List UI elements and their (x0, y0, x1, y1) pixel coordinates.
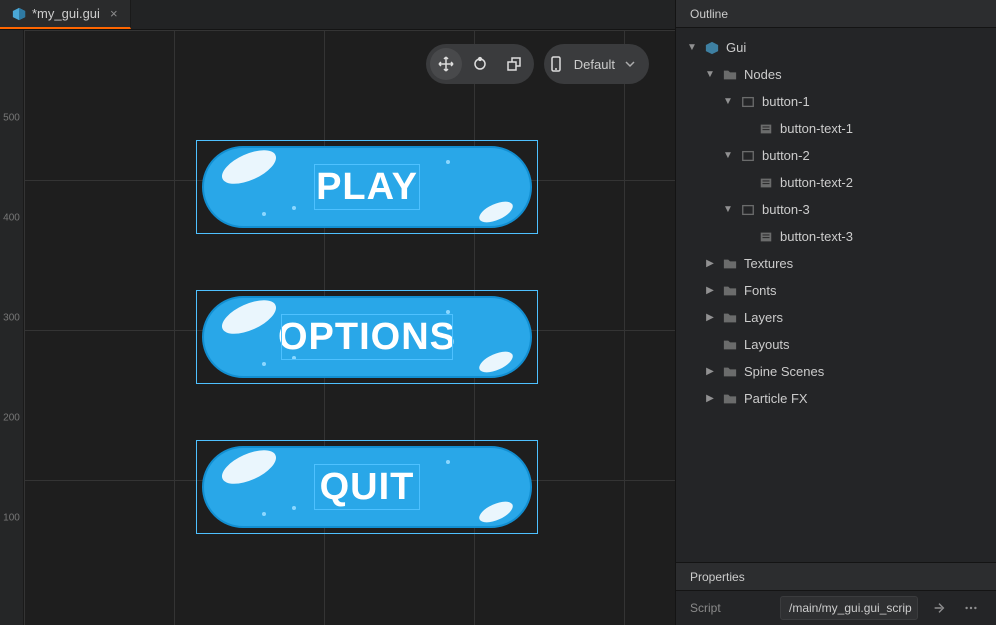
tree-item[interactable]: ▼ Gui (676, 34, 996, 61)
tree-item[interactable]: Layouts (676, 331, 996, 358)
device-icon (548, 56, 564, 72)
script-value: /main/my_gui.gui_scrip (789, 601, 912, 615)
box-icon (740, 94, 756, 110)
tree-item[interactable]: ▼ button-1 (676, 88, 996, 115)
device-selector[interactable]: Default (544, 44, 649, 84)
tree-item[interactable]: ▼ button-3 (676, 196, 996, 223)
folder-icon (722, 67, 738, 83)
move-tool-button[interactable] (430, 48, 462, 80)
text-icon (758, 121, 774, 137)
rotate-tool-button[interactable] (464, 48, 496, 80)
tree-item-label: button-3 (762, 202, 810, 217)
close-icon[interactable]: × (110, 6, 118, 21)
ruler-tick: 300 (0, 313, 23, 324)
ruler-tick: 100 (0, 513, 23, 524)
gui-file-icon (12, 7, 26, 21)
tree-item-label: button-1 (762, 94, 810, 109)
tree-item[interactable]: ▶ Spine Scenes (676, 358, 996, 385)
property-row-script: Script /main/my_gui.gui_scrip (676, 591, 996, 625)
gui-button-node[interactable]: QUIT (202, 446, 532, 528)
tree-item[interactable]: button-text-1 (676, 115, 996, 142)
scene-canvas[interactable]: PLAY OPTIONS QUIT (24, 30, 675, 625)
ruler-tick: 200 (0, 413, 23, 424)
right-sidebar: Outline ▼ Gui ▼ Nodes ▼ button-1 button-text-1… (676, 0, 996, 625)
tree-item-label: Particle FX (744, 391, 808, 406)
canvas-wrap: 500 400 300 200 100 PLAY OPTIONS QUIT (0, 30, 675, 625)
chevron-down-icon[interactable]: ▼ (722, 204, 734, 216)
more-options-button[interactable] (960, 597, 982, 619)
tree-item-label: Nodes (744, 67, 782, 82)
device-label: Default (574, 57, 615, 72)
tree-item[interactable]: ▶ Fonts (676, 277, 996, 304)
folder-icon (722, 310, 738, 326)
chevron-right-icon[interactable]: ▶ (704, 393, 716, 405)
tree-item[interactable]: ▼ button-2 (676, 142, 996, 169)
tree-item-label: Layers (744, 310, 783, 325)
gui-button-node[interactable]: OPTIONS (202, 296, 532, 378)
text-icon (758, 175, 774, 191)
chevron-right-icon[interactable]: ▶ (704, 258, 716, 270)
vertical-ruler: 500 400 300 200 100 (0, 30, 24, 625)
tree-item-label: Gui (726, 40, 746, 55)
tree-item-label: button-text-3 (780, 229, 853, 244)
chevron-down-icon[interactable]: ▼ (722, 96, 734, 108)
tree-item[interactable]: ▶ Particle FX (676, 385, 996, 412)
box-icon (740, 148, 756, 164)
outline-tree: ▼ Gui ▼ Nodes ▼ button-1 button-text-1 ▼ button-… (676, 28, 996, 562)
gui-button-label: PLAY (316, 166, 418, 209)
tree-item[interactable]: ▶ Layers (676, 304, 996, 331)
chevron-down-icon[interactable]: ▼ (686, 42, 698, 54)
properties-panel-header: Properties (676, 563, 996, 591)
tree-item-label: button-text-1 (780, 121, 853, 136)
ruler-tick: 400 (0, 213, 23, 224)
folder-icon (722, 364, 738, 380)
chevron-right-icon[interactable]: ▶ (704, 285, 716, 297)
transform-tools (426, 44, 534, 84)
text-icon (758, 229, 774, 245)
tree-item-label: button-text-2 (780, 175, 853, 190)
editor-tab[interactable]: *my_gui.gui × (0, 0, 131, 29)
folder-icon (722, 337, 738, 353)
ruler-tick: 500 (0, 113, 23, 124)
chevron-right-icon[interactable]: ▶ (704, 366, 716, 378)
gui-button-label: QUIT (320, 466, 415, 509)
script-field[interactable]: /main/my_gui.gui_scrip (780, 596, 918, 620)
tree-item[interactable]: ▼ Nodes (676, 61, 996, 88)
property-label: Script (690, 601, 770, 615)
tree-item[interactable]: button-text-2 (676, 169, 996, 196)
folder-icon (722, 283, 738, 299)
gui-button-node[interactable]: PLAY (202, 146, 532, 228)
properties-panel: Properties Script /main/my_gui.gui_scrip (676, 562, 996, 625)
editor-pane: *my_gui.gui × 500 400 300 200 100 PLAY OPTION… (0, 0, 676, 625)
tree-item-label: Layouts (744, 337, 790, 352)
canvas-toolbar: Default (426, 44, 649, 84)
tree-item-label: button-2 (762, 148, 810, 163)
tree-item-label: Spine Scenes (744, 364, 824, 379)
tree-item-label: Fonts (744, 283, 777, 298)
folder-icon (722, 391, 738, 407)
folder-icon (722, 256, 738, 272)
chevron-down-icon (625, 59, 635, 69)
chevron-right-icon[interactable]: ▶ (704, 312, 716, 324)
chevron-down-icon[interactable]: ▼ (722, 150, 734, 162)
editor-tab-label: *my_gui.gui (32, 6, 100, 21)
gui-icon (704, 40, 720, 56)
chevron-down-icon[interactable]: ▼ (704, 69, 716, 81)
tree-item[interactable]: ▶ Textures (676, 250, 996, 277)
outline-panel-header: Outline (676, 0, 996, 28)
scale-tool-button[interactable] (498, 48, 530, 80)
tree-item-label: Textures (744, 256, 793, 271)
box-icon (740, 202, 756, 218)
editor-tabs: *my_gui.gui × (0, 0, 675, 30)
gui-button-label: OPTIONS (278, 316, 456, 359)
tree-item[interactable]: button-text-3 (676, 223, 996, 250)
open-resource-button[interactable] (928, 597, 950, 619)
